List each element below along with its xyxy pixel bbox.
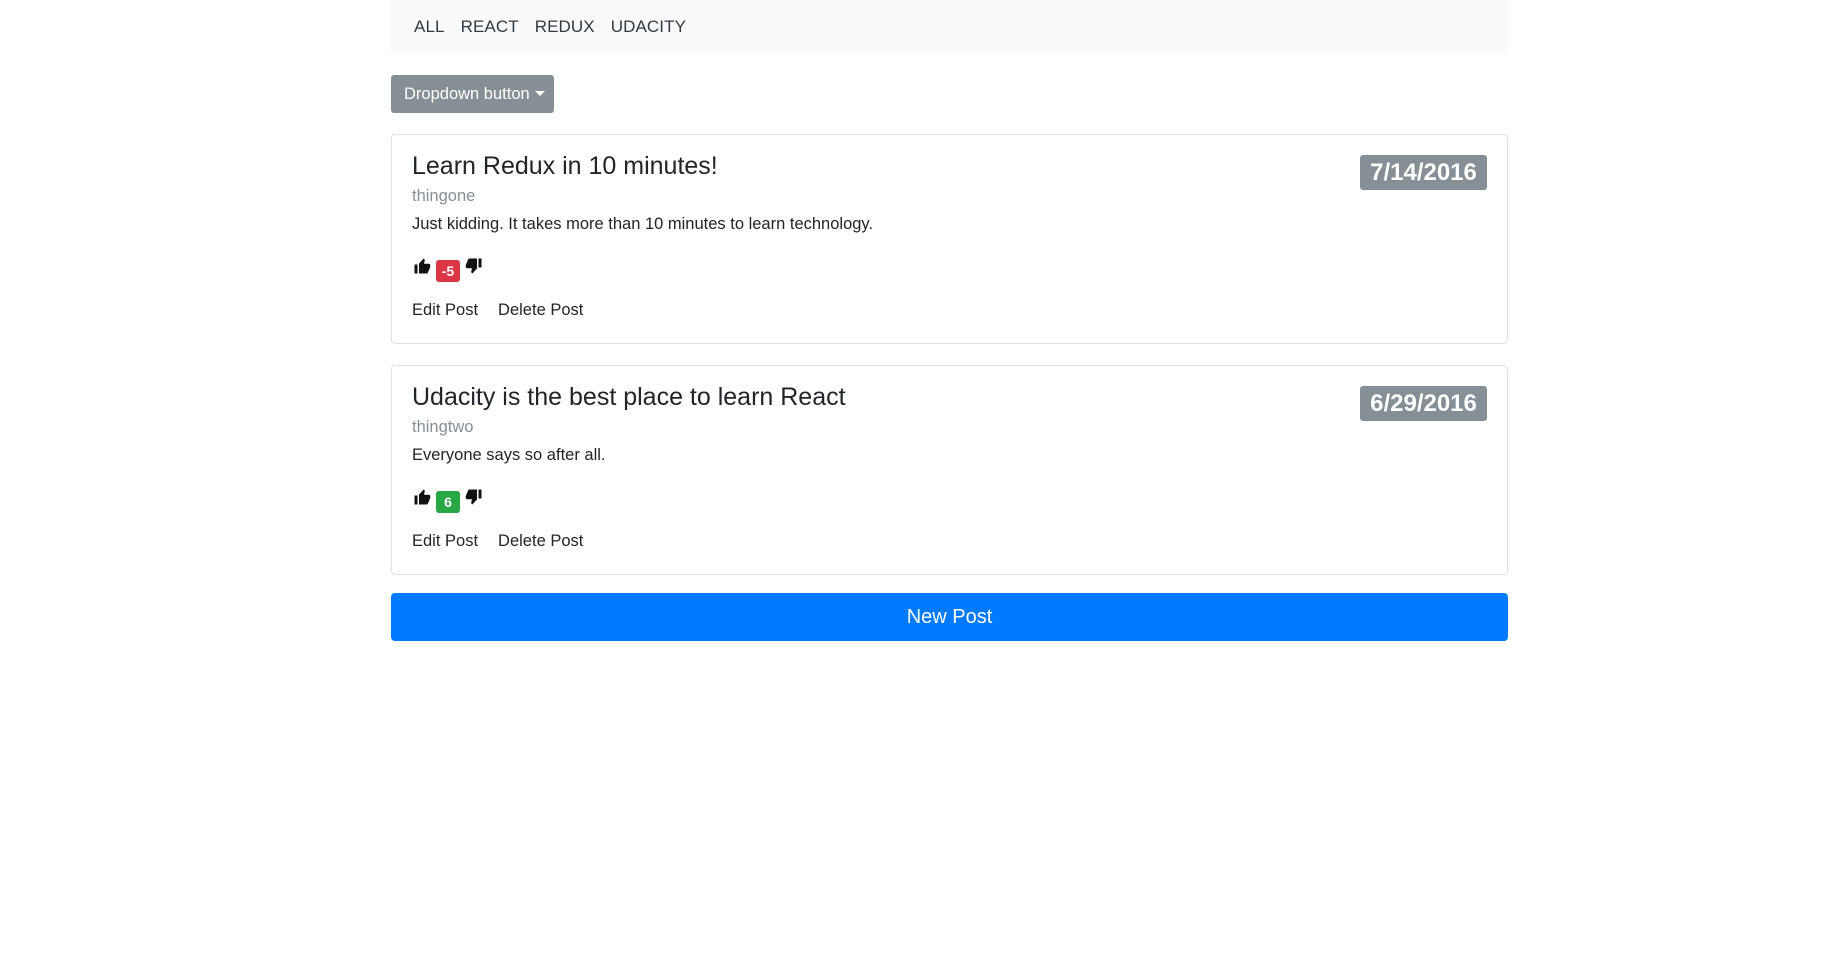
post-actions: Edit Post Delete Post	[412, 532, 603, 551]
thumbs-down-icon[interactable]	[464, 256, 484, 276]
post-author: thingone	[412, 187, 476, 205]
category-navbar: ALL REACT REDUX UDACITY	[391, 0, 1508, 54]
caret-down-icon	[534, 90, 545, 96]
nav-link-react[interactable]: REACT	[461, 17, 519, 37]
edit-post-link[interactable]: Edit Post	[412, 301, 478, 320]
post-body: Just kidding. It takes more than 10 minu…	[412, 215, 874, 233]
dropdown-button-label: Dropdown button	[404, 84, 530, 103]
nav-link-udacity[interactable]: UDACITY	[611, 17, 686, 37]
score-badge: -5	[436, 260, 460, 282]
nav-link-redux[interactable]: REDUX	[535, 17, 595, 37]
new-post-button[interactable]: New Post	[391, 593, 1508, 641]
post-date-badge: 6/29/2016	[1360, 386, 1487, 421]
post-date-badge: 7/14/2016	[1360, 155, 1487, 190]
post-card: Udacity is the best place to learn React…	[391, 365, 1508, 575]
post-actions: Edit Post Delete Post	[412, 301, 603, 320]
main-container: ALL REACT REDUX UDACITY Dropdown button …	[391, 0, 1508, 641]
post-card: Learn Redux in 10 minutes! thingone Just…	[391, 134, 1508, 344]
thumbs-up-icon[interactable]	[412, 256, 432, 276]
delete-post-link[interactable]: Delete Post	[498, 532, 583, 551]
vote-controls: -5	[412, 252, 484, 282]
delete-post-link[interactable]: Delete Post	[498, 301, 583, 320]
thumbs-up-icon[interactable]	[412, 487, 432, 507]
post-title[interactable]: Learn Redux in 10 minutes!	[412, 152, 718, 181]
sort-dropdown-button[interactable]: Dropdown button	[391, 75, 554, 113]
edit-post-link[interactable]: Edit Post	[412, 532, 478, 551]
score-badge: 6	[436, 491, 460, 513]
post-body: Everyone says so after all.	[412, 446, 606, 464]
nav-link-all[interactable]: ALL	[414, 17, 445, 37]
post-title[interactable]: Udacity is the best place to learn React	[412, 383, 846, 412]
thumbs-down-icon[interactable]	[464, 487, 484, 507]
post-author: thingtwo	[412, 418, 474, 436]
vote-controls: 6	[412, 483, 484, 513]
